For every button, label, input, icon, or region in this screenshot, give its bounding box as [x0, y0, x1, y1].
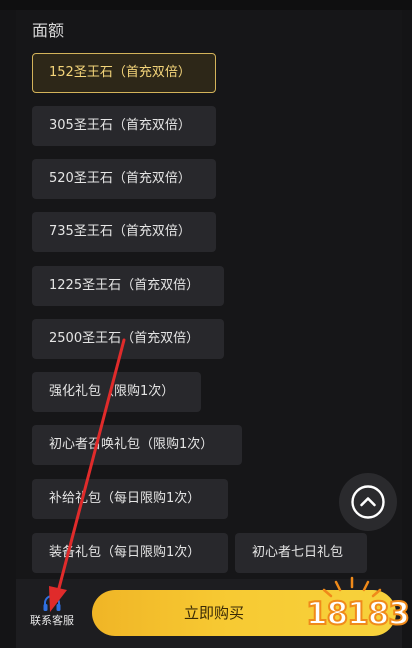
option-520-stones[interactable]: 520圣王石（首充双倍）: [32, 159, 216, 199]
option-beginner-summon-pack[interactable]: 初心者召唤礼包（限购1次）: [32, 425, 242, 465]
site-watermark: 18183: [300, 572, 411, 642]
option-152-stones[interactable]: 152圣王石（首充双倍）: [32, 53, 216, 93]
watermark-logo-text: 18183: [305, 595, 411, 633]
scroll-to-top-button[interactable]: [339, 473, 397, 531]
headset-icon: [43, 595, 61, 611]
page: 面额 152圣王石（首充双倍） 305圣王石（首充双倍） 520圣王石（首充双倍…: [0, 0, 412, 648]
option-equipment-pack[interactable]: 装备礼包（每日限购1次）: [32, 533, 228, 573]
option-305-stones[interactable]: 305圣王石（首充双倍）: [32, 106, 216, 146]
option-1225-stones[interactable]: 1225圣王石（首充双倍）: [32, 266, 224, 306]
option-2500-stones[interactable]: 2500圣王石（首充双倍）: [32, 319, 224, 359]
option-supply-pack[interactable]: 补给礼包（每日限购1次）: [32, 479, 228, 519]
option-735-stones[interactable]: 735圣王石（首充双倍）: [32, 212, 216, 252]
customer-service-label: 联系客服: [30, 614, 74, 627]
top-divider: [0, 0, 412, 10]
customer-service-button[interactable]: 联系客服: [26, 590, 78, 638]
option-beginner-7day-pack[interactable]: 初心者七日礼包: [235, 533, 367, 573]
chevron-up-icon: [351, 485, 385, 519]
denomination-label: 面额: [32, 21, 65, 40]
option-enhance-pack[interactable]: 强化礼包（限购1次）: [32, 372, 201, 412]
